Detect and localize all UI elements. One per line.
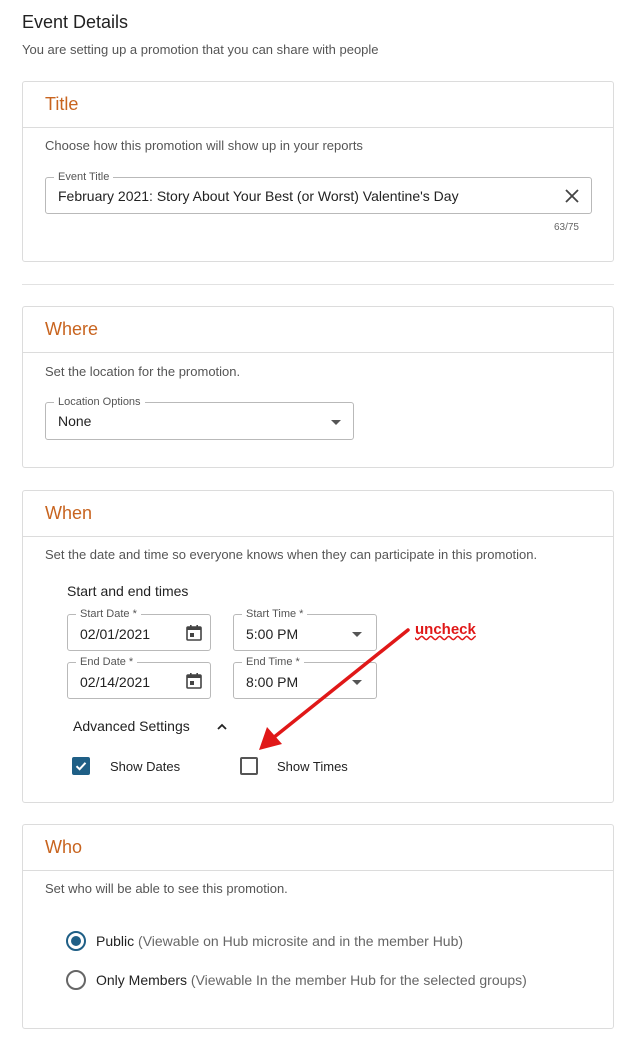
when-card-description: Set the date and time so everyone knows … (45, 547, 538, 562)
show-dates-label[interactable]: Show Dates (110, 759, 180, 774)
start-end-times-label: Start and end times (67, 583, 189, 599)
who-card-header: Who (23, 825, 613, 871)
start-time-select[interactable]: Start Time * 5:00 PM (233, 608, 377, 651)
title-card-description: Choose how this promotion will show up i… (45, 138, 363, 153)
only-members-option-label[interactable]: Only Members (Viewable In the member Hub… (96, 972, 527, 988)
title-card-header: Title (23, 82, 613, 128)
only-members-radio[interactable] (66, 970, 86, 990)
location-options-value: None (58, 413, 92, 429)
who-card: Who Set who will be able to see this pro… (22, 824, 614, 1029)
location-options-label: Location Options (54, 396, 145, 408)
page-header: Event Details You are setting up a promo… (22, 12, 379, 57)
event-title-value[interactable]: February 2021: Story About Your Best (or… (58, 188, 459, 204)
page-title: Event Details (22, 12, 129, 32)
checkmark-icon (75, 762, 87, 771)
close-icon[interactable] (564, 188, 580, 204)
start-time-label: Start Time * (242, 608, 308, 620)
end-time-value: 8:00 PM (246, 674, 299, 690)
public-radio[interactable] (66, 931, 86, 951)
location-options-select[interactable]: Location Options None (45, 396, 354, 440)
show-times-checkbox[interactable] (240, 757, 258, 775)
event-title-field[interactable]: Event Title February 2021: Story About Y… (45, 171, 592, 214)
end-date-label: End Date * (76, 656, 138, 668)
end-date-field[interactable]: End Date * 02/14/2021 (67, 656, 211, 699)
public-option-label[interactable]: Public (Viewable on Hub microsite and in… (96, 933, 463, 949)
where-card-header: Where (23, 307, 613, 353)
calendar-icon[interactable] (185, 624, 203, 642)
public-option-title: Public (96, 933, 135, 949)
only-members-option-title: Only Members (96, 972, 188, 988)
chevron-up-icon[interactable] (216, 721, 228, 733)
advanced-settings-label: Advanced Settings (73, 718, 190, 734)
start-date-field[interactable]: Start Date * 02/01/2021 (67, 608, 211, 651)
title-char-counter: 63/75 (553, 222, 579, 233)
chevron-down-icon[interactable] (352, 632, 362, 637)
start-date-label: Start Date * (76, 608, 141, 620)
when-card: When Set the date and time so everyone k… (22, 490, 614, 803)
start-time-value: 5:00 PM (246, 626, 299, 642)
page-subtitle: You are setting up a promotion that you … (22, 42, 379, 57)
chevron-down-icon[interactable] (331, 420, 341, 425)
chevron-down-icon[interactable] (352, 680, 362, 685)
title-card: Title Choose how this promotion will sho… (22, 81, 614, 262)
show-dates-checkbox[interactable] (72, 757, 90, 775)
event-title-label: Event Title (54, 171, 114, 183)
who-card-description: Set who will be able to see this promoti… (45, 881, 288, 896)
where-card: Where Set the location for the promotion… (22, 306, 614, 468)
end-date-value[interactable]: 02/14/2021 (80, 674, 150, 690)
section-divider (22, 284, 614, 285)
when-card-header: When (23, 491, 613, 537)
who-card-heading: Who (45, 837, 83, 857)
advanced-settings-toggle[interactable]: Advanced Settings (73, 718, 233, 738)
start-date-value[interactable]: 02/01/2021 (80, 626, 150, 642)
where-card-heading: Where (45, 319, 99, 339)
annotation-text: uncheck (415, 621, 476, 638)
only-members-option-hint: (Viewable In the member Hub for the sele… (190, 972, 527, 988)
public-option-hint: (Viewable on Hub microsite and in the me… (138, 933, 464, 949)
when-card-heading: When (45, 503, 93, 523)
show-times-label[interactable]: Show Times (277, 759, 348, 774)
calendar-icon[interactable] (185, 672, 203, 690)
title-card-heading: Title (45, 94, 79, 114)
end-time-label: End Time * (242, 656, 304, 668)
where-card-description: Set the location for the promotion. (45, 364, 241, 379)
end-time-select[interactable]: End Time * 8:00 PM (233, 656, 377, 699)
